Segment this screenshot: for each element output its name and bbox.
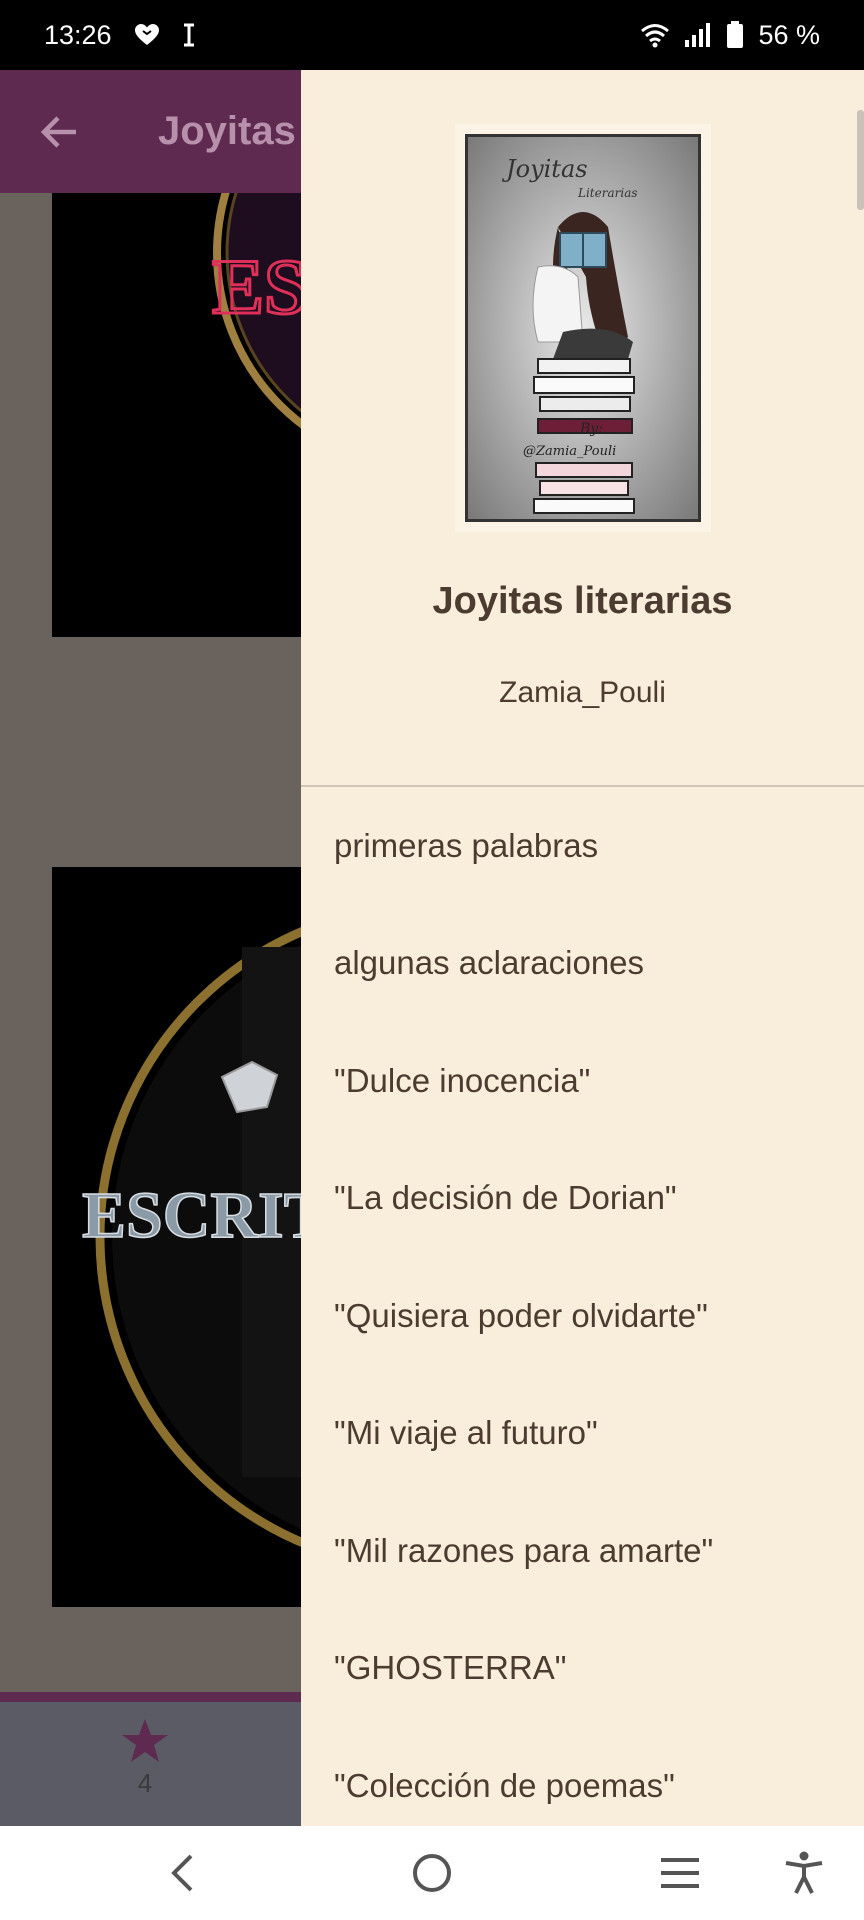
recents-icon	[661, 1858, 699, 1888]
chapter-item[interactable]: "Mil razones para amarte"	[301, 1492, 864, 1610]
chapter-item[interactable]: "La decisión de Dorian"	[301, 1140, 864, 1258]
home-icon	[413, 1854, 451, 1892]
chapter-item[interactable]: "Colección de poemas"	[301, 1727, 864, 1826]
chapter-item[interactable]: "GHOSTERRA"	[301, 1610, 864, 1728]
book-title: Joyitas literarias	[432, 580, 733, 622]
nav-accessibility-button[interactable]	[744, 1826, 864, 1920]
chapter-item[interactable]: "Mi viaje al futuro"	[301, 1375, 864, 1493]
book-cover[interactable]: Joyitas Literarias By: @Zamia_Pouli	[455, 124, 711, 532]
battery-percent: 56 %	[758, 19, 820, 50]
book-author[interactable]: Zamia_Pouli	[301, 676, 864, 710]
wifi-icon	[640, 22, 670, 48]
nav-back-button[interactable]	[122, 1826, 242, 1920]
chapter-list: primeras palabras algunas aclaraciones "…	[301, 787, 864, 1826]
signal-icon	[684, 22, 712, 48]
nav-recents-button[interactable]	[620, 1826, 740, 1920]
chapter-item[interactable]: algunas aclaraciones	[301, 905, 864, 1023]
status-bar: 13:26 56 %	[0, 0, 864, 70]
cover-title: Joyitas	[501, 155, 588, 183]
accessibility-icon	[785, 1851, 823, 1894]
chapter-item[interactable]: primeras palabras	[301, 787, 864, 905]
back-icon	[171, 1854, 193, 1892]
battery-icon	[726, 21, 744, 49]
status-time: 13:26	[44, 19, 112, 50]
text-cursor-icon	[182, 23, 196, 47]
chapter-item[interactable]: "Quisiera poder olvidarte"	[301, 1257, 864, 1375]
system-navigation-bar	[0, 1826, 864, 1920]
heart-shield-icon	[134, 23, 160, 47]
cover-by: By:	[579, 421, 603, 437]
drawer-header: Joyitas Literarias By: @Zamia_Pouli Joyi…	[301, 70, 864, 786]
chapter-item[interactable]: "Dulce inocencia"	[301, 1022, 864, 1140]
table-of-contents-drawer: Joyitas Literarias By: @Zamia_Pouli Joyi…	[301, 70, 864, 1826]
cover-subtitle: Literarias	[577, 186, 638, 200]
nav-home-button[interactable]	[372, 1826, 492, 1920]
drawer-scrollbar[interactable]	[857, 110, 864, 210]
cover-handle: @Zamia_Pouli	[523, 444, 616, 459]
